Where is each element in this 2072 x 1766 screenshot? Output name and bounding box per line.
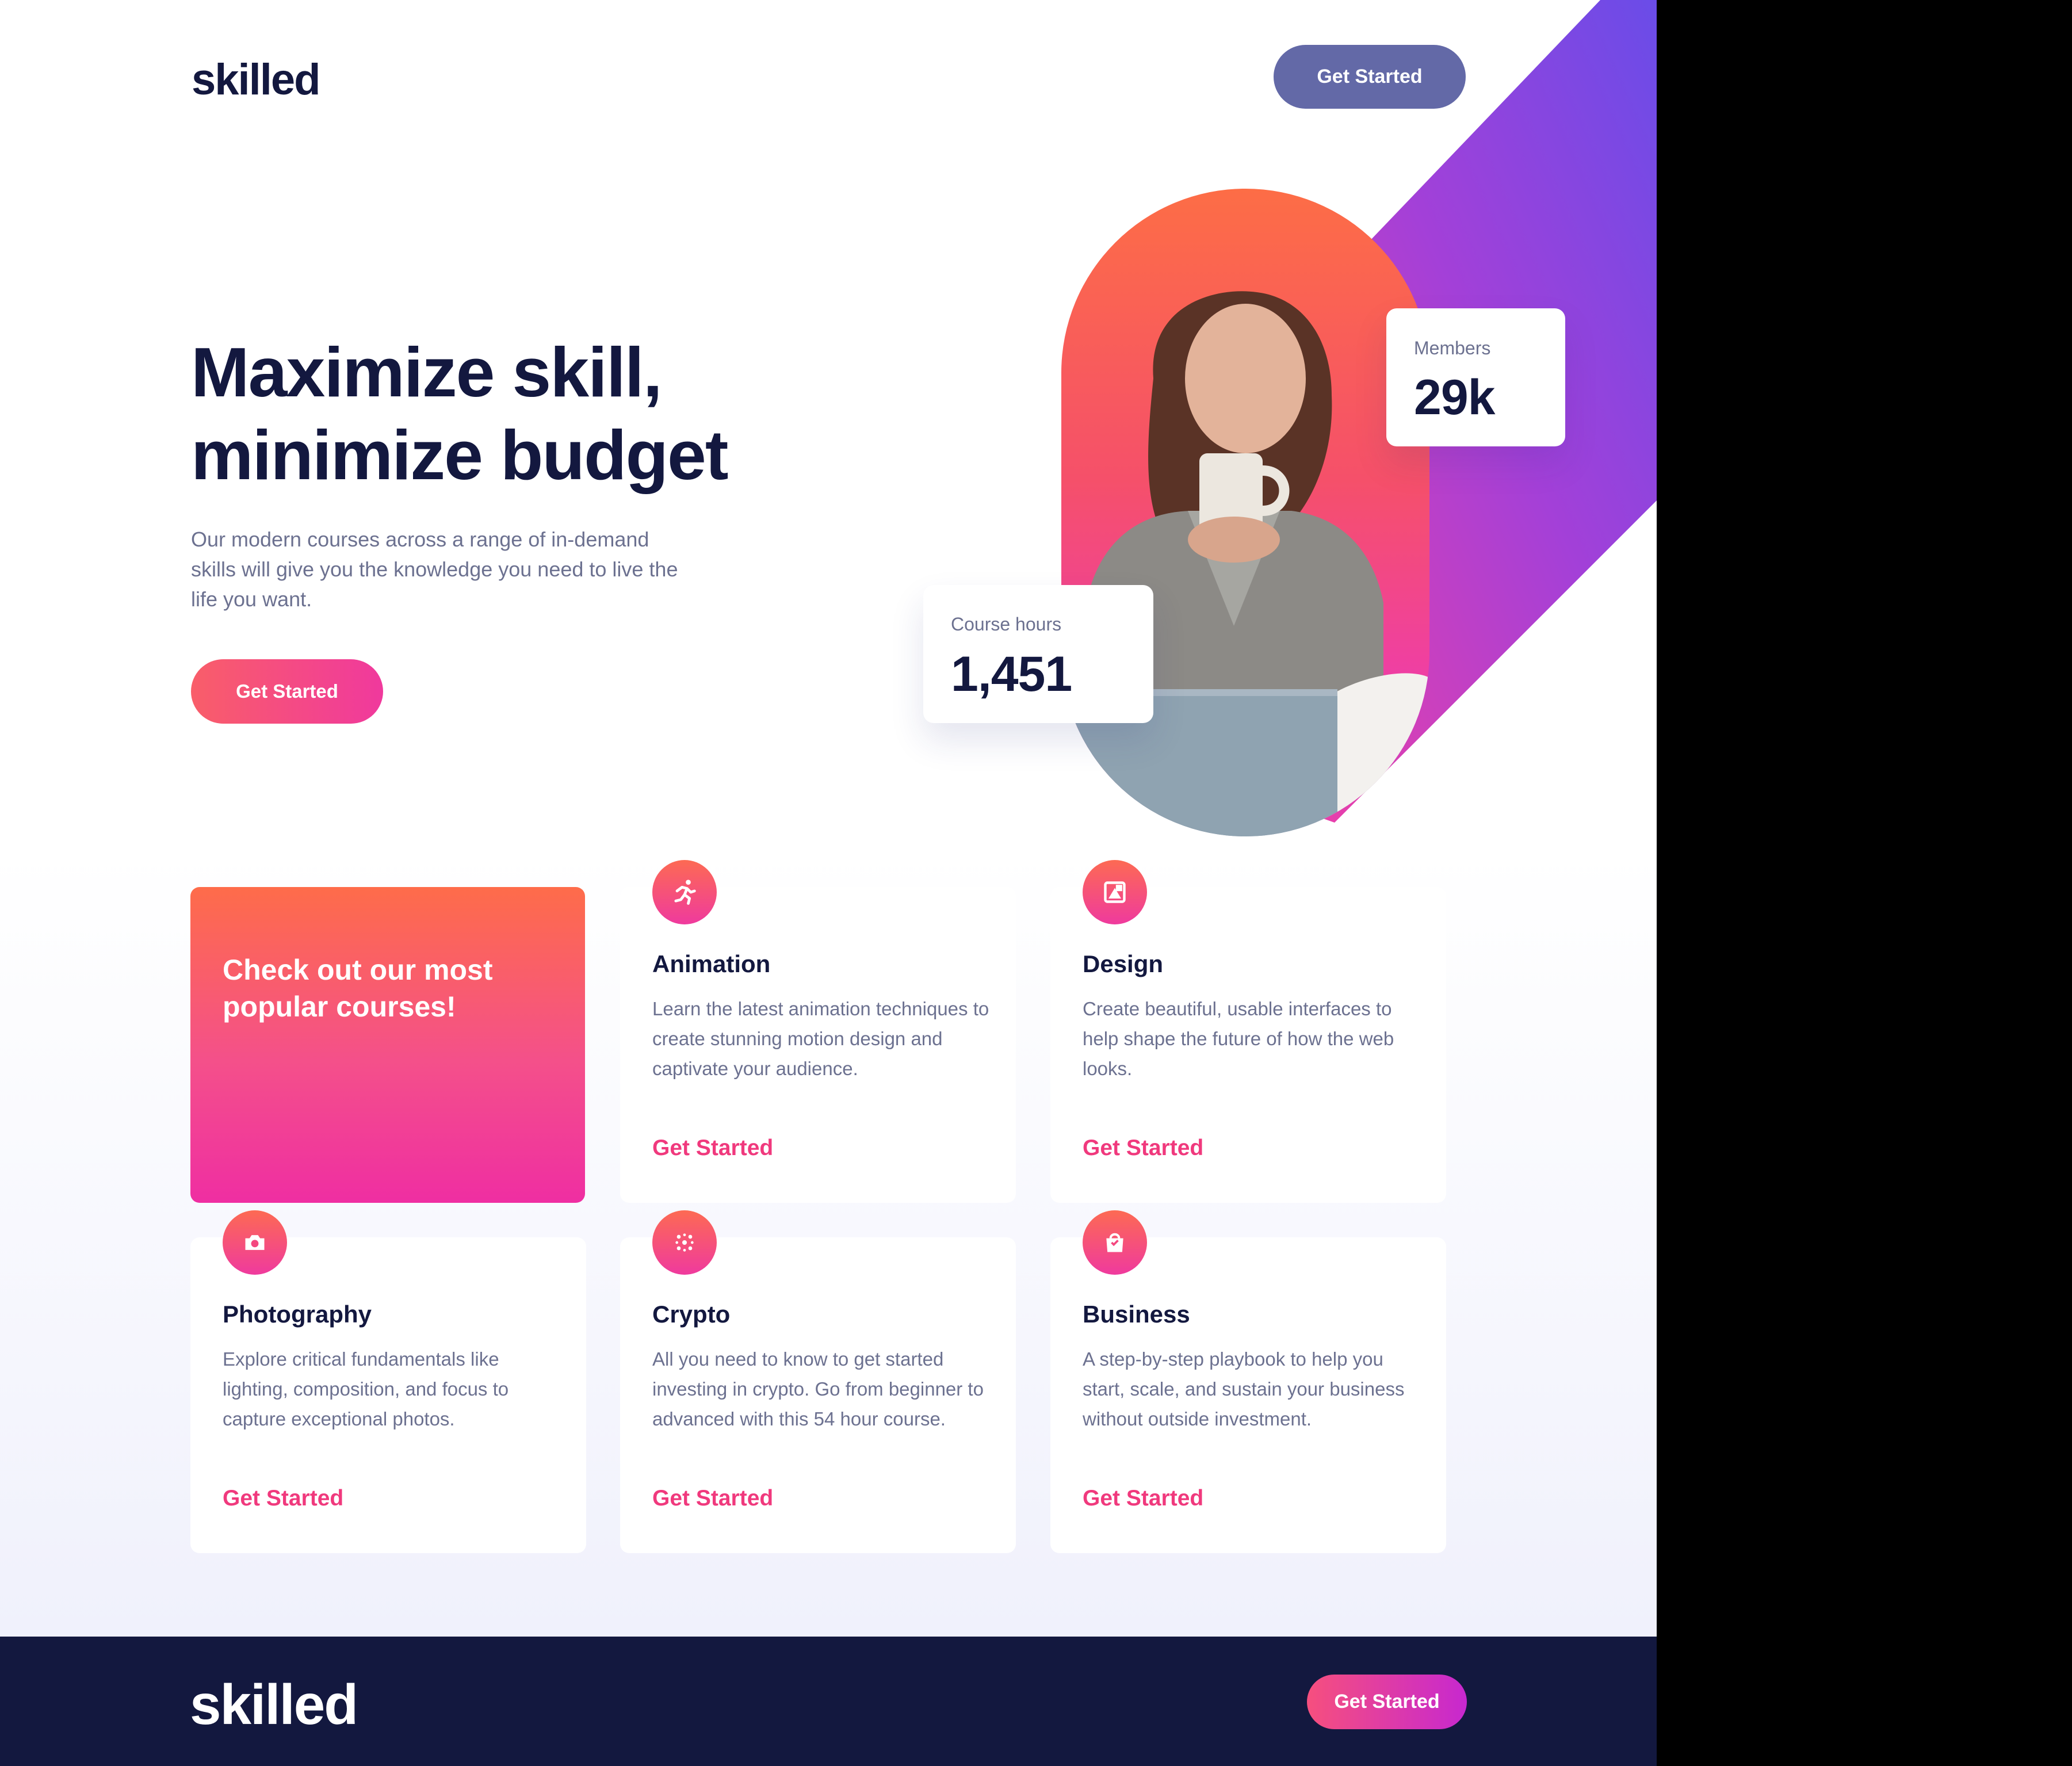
course-description: A step-by-step playbook to help you star… [1083, 1348, 1405, 1429]
hero-title-line-2: minimize budget [191, 416, 728, 494]
course-hours-stat-label: Course hours [951, 614, 1062, 634]
popular-courses-heading: Check out our most popular courses! [223, 954, 493, 1023]
shopping-bag-icon [1083, 1210, 1147, 1275]
course-get-started-link[interactable]: Get Started [1083, 1136, 1203, 1161]
course-hours-stat-card: Course hours 1,451 [923, 585, 1153, 723]
woman-with-mug-illustration [1061, 291, 1429, 836]
footer-get-started-button[interactable]: Get Started [1307, 1675, 1467, 1729]
course-get-started-link[interactable]: Get Started [652, 1486, 773, 1511]
course-hours-stat-value: 1,451 [951, 647, 1072, 702]
hero-description: Our modern courses across a range of in-… [191, 527, 678, 611]
course-get-started-link[interactable]: Get Started [652, 1136, 773, 1161]
course-description: All you need to know to get started inve… [652, 1348, 984, 1429]
hero-get-started-button[interactable]: Get Started [191, 659, 383, 724]
hero-title-line-1: Maximize skill, [191, 333, 663, 411]
running-person-icon [652, 860, 717, 924]
camera-icon [223, 1210, 287, 1275]
crypto-dots-icon [652, 1210, 717, 1275]
course-title: Business [1083, 1301, 1190, 1328]
hero-title: Maximize skill, minimize budget [191, 331, 766, 496]
course-title: Crypto [652, 1301, 731, 1328]
hero-photo [1061, 189, 1429, 836]
course-title: Animation [652, 950, 771, 977]
course-card-animation: Animation Learn the latest animation tec… [620, 860, 1016, 1203]
design-frame-icon [1083, 860, 1147, 924]
course-get-started-link[interactable]: Get Started [223, 1486, 343, 1511]
site-logo[interactable]: skilled [192, 55, 321, 105]
course-card-crypto: Crypto All you need to know to get start… [620, 1210, 1016, 1553]
course-card-design: Design Create beautiful, usable interfac… [1050, 860, 1446, 1203]
members-stat-label: Members [1414, 338, 1491, 358]
footer-logo[interactable]: skilled [190, 1672, 358, 1737]
course-title: Design [1083, 950, 1164, 977]
landing-page: skilled Get Started Maximize skill, mini… [0, 0, 1657, 1766]
members-stat-card: Members 29k [1386, 308, 1565, 446]
site-footer: skilled Get Started [0, 1637, 1657, 1766]
header-get-started-button[interactable]: Get Started [1274, 45, 1466, 109]
course-description: Explore critical fundamentals like light… [223, 1348, 509, 1429]
course-description: Learn the latest animation techniques to… [652, 998, 989, 1079]
course-card-business: Business A step-by-step playbook to help… [1050, 1210, 1446, 1553]
popular-courses-card: Check out our most popular courses! [190, 887, 585, 1203]
course-card-photography: Photography Explore critical fundamental… [190, 1210, 586, 1553]
course-get-started-link[interactable]: Get Started [1083, 1486, 1203, 1511]
course-description: Create beautiful, usable interfaces to h… [1083, 998, 1394, 1079]
members-stat-value: 29k [1414, 370, 1495, 425]
course-title: Photography [223, 1301, 372, 1328]
